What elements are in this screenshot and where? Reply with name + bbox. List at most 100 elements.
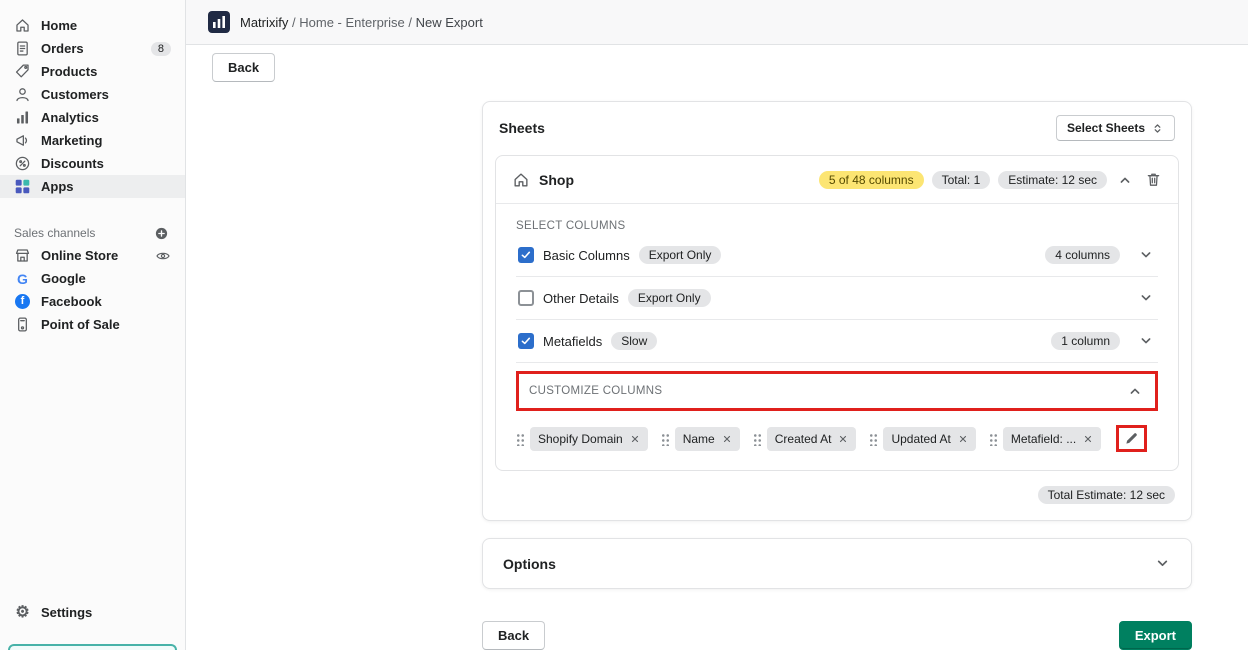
column-tag: Shopify Domain <box>516 427 648 451</box>
sidebar-item-facebook[interactable]: f Facebook <box>0 290 185 313</box>
breadcrumb-current: New Export <box>416 15 483 30</box>
sidebar-item-apps[interactable]: Apps <box>0 175 185 198</box>
columns-badge: 1 column <box>1051 332 1120 350</box>
columns-count-badge: 5 of 48 columns <box>819 171 924 189</box>
home-icon <box>14 17 31 34</box>
drag-handle-icon[interactable] <box>989 432 998 446</box>
drag-handle-icon[interactable] <box>516 432 525 446</box>
customize-columns-header[interactable]: CUSTOMIZE COLUMNS <box>519 374 1155 408</box>
breadcrumb: Matrixify / Home - Enterprise / New Expo… <box>186 0 1248 45</box>
column-chip[interactable]: Updated At <box>883 427 975 451</box>
column-tag: Created At <box>753 427 857 451</box>
sidebar-item-label: Discounts <box>41 156 104 171</box>
sidebar-item-marketing[interactable]: Marketing <box>0 129 185 152</box>
metafields-checkbox[interactable] <box>518 333 534 349</box>
shop-sheet-card: Shop 5 of 48 columns Total: 1 Estimate: … <box>495 155 1179 471</box>
sidebar-item-point-of-sale[interactable]: Point of Sale <box>0 313 185 336</box>
discounts-icon <box>14 155 31 172</box>
slow-badge: Slow <box>611 332 657 350</box>
sidebar-item-discounts[interactable]: Discounts <box>0 152 185 175</box>
back-button-top[interactable]: Back <box>212 53 275 82</box>
column-chip[interactable]: Shopify Domain <box>530 427 648 451</box>
marketing-icon <box>14 132 31 149</box>
expand-group-chevron-down-icon[interactable] <box>1136 331 1156 351</box>
other-details-checkbox[interactable] <box>518 290 534 306</box>
back-button-bottom[interactable]: Back <box>482 621 545 650</box>
column-tag: Name <box>661 427 740 451</box>
drag-handle-icon[interactable] <box>869 432 878 446</box>
column-tag: Updated At <box>869 427 975 451</box>
update-banner-peek <box>8 644 177 650</box>
sidebar-item-online-store[interactable]: Online Store <box>0 244 185 267</box>
sidebar-item-label: Marketing <box>41 133 102 148</box>
sidebar-item-label: Google <box>41 271 86 286</box>
sidebar-item-home[interactable]: Home <box>0 14 185 37</box>
expand-group-chevron-down-icon[interactable] <box>1136 288 1156 308</box>
collapse-sheet-chevron-up-icon[interactable] <box>1115 170 1135 190</box>
delete-sheet-trash-icon[interactable] <box>1143 169 1164 190</box>
orders-icon <box>14 40 31 57</box>
expand-group-chevron-down-icon[interactable] <box>1136 245 1156 265</box>
sales-channels-heading: Sales channels <box>0 222 185 244</box>
sidebar: Home Orders 8 Products Customers Analyti… <box>0 0 186 650</box>
store-icon <box>14 247 31 264</box>
column-group-label: Other Details <box>543 291 619 306</box>
estimate-badge: Estimate: 12 sec <box>998 171 1107 189</box>
main-area: Matrixify / Home - Enterprise / New Expo… <box>186 0 1248 650</box>
options-title: Options <box>503 556 556 572</box>
sidebar-item-settings[interactable]: ⚙ Settings <box>0 601 185 624</box>
apps-icon <box>14 178 31 195</box>
sidebar-item-label: Home <box>41 18 77 33</box>
sidebar-item-label: Products <box>41 64 97 79</box>
selected-columns-row: Shopify Domain Name <box>516 425 1158 452</box>
remove-column-icon[interactable] <box>630 434 640 444</box>
sidebar-item-analytics[interactable]: Analytics <box>0 106 185 129</box>
selector-icon <box>1151 122 1164 135</box>
sidebar-item-customers[interactable]: Customers <box>0 83 185 106</box>
google-icon: G <box>14 271 31 287</box>
breadcrumb-separator: / <box>408 15 412 30</box>
basic-columns-checkbox[interactable] <box>518 247 534 263</box>
columns-badge: 4 columns <box>1045 246 1120 264</box>
remove-column-icon[interactable] <box>838 434 848 444</box>
options-chevron-down-icon[interactable] <box>1152 553 1173 574</box>
sidebar-item-label: Customers <box>41 87 109 102</box>
remove-column-icon[interactable] <box>1083 434 1093 444</box>
column-chip[interactable]: Name <box>675 427 740 451</box>
export-only-badge: Export Only <box>628 289 711 307</box>
eye-icon[interactable] <box>155 248 171 264</box>
drag-handle-icon[interactable] <box>753 432 762 446</box>
select-sheets-button[interactable]: Select Sheets <box>1056 115 1175 141</box>
column-group-label: Basic Columns <box>543 248 630 263</box>
sidebar-item-google[interactable]: G Google <box>0 267 185 290</box>
remove-column-icon[interactable] <box>958 434 968 444</box>
analytics-icon <box>14 109 31 126</box>
orders-count-badge: 8 <box>151 42 171 56</box>
options-card[interactable]: Options <box>482 538 1192 589</box>
customers-icon <box>14 86 31 103</box>
shop-home-icon <box>512 171 530 189</box>
products-icon <box>14 63 31 80</box>
sidebar-item-label: Point of Sale <box>41 317 120 332</box>
remove-column-icon[interactable] <box>722 434 732 444</box>
total-estimate-badge: Total Estimate: 12 sec <box>1038 486 1175 504</box>
column-chip[interactable]: Metafield: ... <box>1003 427 1101 451</box>
column-group-label: Metafields <box>543 334 602 349</box>
breadcrumb-separator: / <box>292 15 296 30</box>
sidebar-item-label: Apps <box>41 179 74 194</box>
breadcrumb-app[interactable]: Matrixify <box>240 15 288 30</box>
sidebar-item-products[interactable]: Products <box>0 60 185 83</box>
shop-title: Shop <box>539 172 574 188</box>
sidebar-item-orders[interactable]: Orders 8 <box>0 37 185 60</box>
edit-columns-pencil-icon[interactable] <box>1124 431 1139 446</box>
collapse-customize-chevron-up-icon[interactable] <box>1125 381 1145 401</box>
export-button[interactable]: Export <box>1119 621 1192 650</box>
sidebar-item-label: Online Store <box>41 248 118 263</box>
breadcrumb-section[interactable]: Home - Enterprise <box>299 15 404 30</box>
column-tag: Metafield: ... <box>989 427 1101 451</box>
add-channel-button[interactable] <box>152 224 171 243</box>
drag-handle-icon[interactable] <box>661 432 670 446</box>
column-chip[interactable]: Created At <box>767 427 857 451</box>
select-columns-label: SELECT COLUMNS <box>516 220 1158 232</box>
gear-icon: ⚙ <box>14 605 31 621</box>
